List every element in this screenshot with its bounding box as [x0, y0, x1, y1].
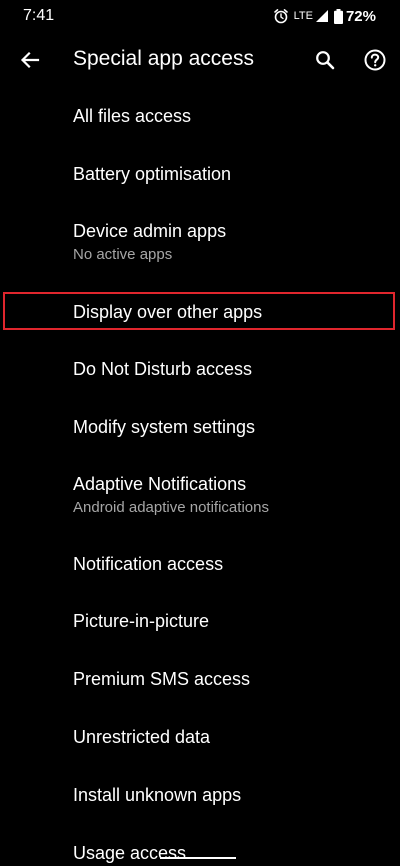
list-item-all-files-access[interactable]: All files access	[0, 88, 400, 146]
list-item-usage-access[interactable]: Usage access	[0, 826, 400, 866]
help-circle-icon[interactable]	[360, 45, 390, 75]
battery-icon	[333, 8, 343, 24]
list-item-subtitle: Android adaptive notifications	[73, 499, 269, 516]
status-bar: 7:41 LTE 72%	[0, 0, 400, 32]
search-icon[interactable]	[311, 46, 339, 74]
list-item-subtitle: No active apps	[73, 246, 173, 263]
network-type: LTE	[293, 10, 313, 22]
list-item-device-admin-apps[interactable]: Device admin apps No active apps	[0, 204, 400, 282]
list-item-unrestricted-data[interactable]: Unrestricted data	[0, 710, 400, 768]
alarm-icon	[273, 8, 289, 24]
list-item-title: Notification access	[73, 554, 224, 574]
list-item-battery-optimisation[interactable]: Battery optimisation	[0, 146, 400, 204]
list-item-modify-system-settings[interactable]: Modify system settings	[0, 398, 400, 456]
list-item-title: Adaptive Notifications	[73, 474, 247, 494]
list-item-do-not-disturb-access[interactable]: Do Not Disturb access	[0, 340, 400, 398]
battery-percentage: 72%	[345, 7, 376, 25]
list-item-install-unknown-apps[interactable]: Install unknown apps	[0, 768, 400, 826]
highlight-box	[3, 292, 395, 330]
list-item-title: Unrestricted data	[73, 727, 211, 747]
toolbar: Special app access	[0, 36, 400, 84]
list-item-premium-sms-access[interactable]: Premium SMS access	[0, 652, 400, 710]
list-item-notification-access[interactable]: Notification access	[0, 536, 400, 594]
list-item-picture-in-picture[interactable]: Picture-in-picture	[0, 594, 400, 652]
list-item-title: Battery optimisation	[73, 164, 232, 184]
list-item-adaptive-notifications[interactable]: Adaptive Notifications Android adaptive …	[0, 456, 400, 536]
signal-icon	[315, 9, 329, 23]
arrow-left-icon[interactable]	[16, 46, 44, 74]
page-title: Special app access	[73, 47, 254, 70]
list-item-title: Install unknown apps	[73, 785, 242, 805]
list-item-title: Usage access	[73, 843, 187, 863]
list-item-title: Picture-in-picture	[73, 611, 210, 631]
list-item-title: Modify system settings	[73, 417, 256, 437]
list-item-title: Device admin apps	[73, 221, 227, 241]
list-item-title: All files access	[73, 106, 192, 126]
status-icons: LTE 72%	[273, 6, 376, 26]
scroll-underline	[160, 857, 236, 859]
status-time: 7:41	[23, 7, 55, 24]
list-item-title: Do Not Disturb access	[73, 359, 253, 379]
list-item-title: Premium SMS access	[73, 669, 251, 689]
